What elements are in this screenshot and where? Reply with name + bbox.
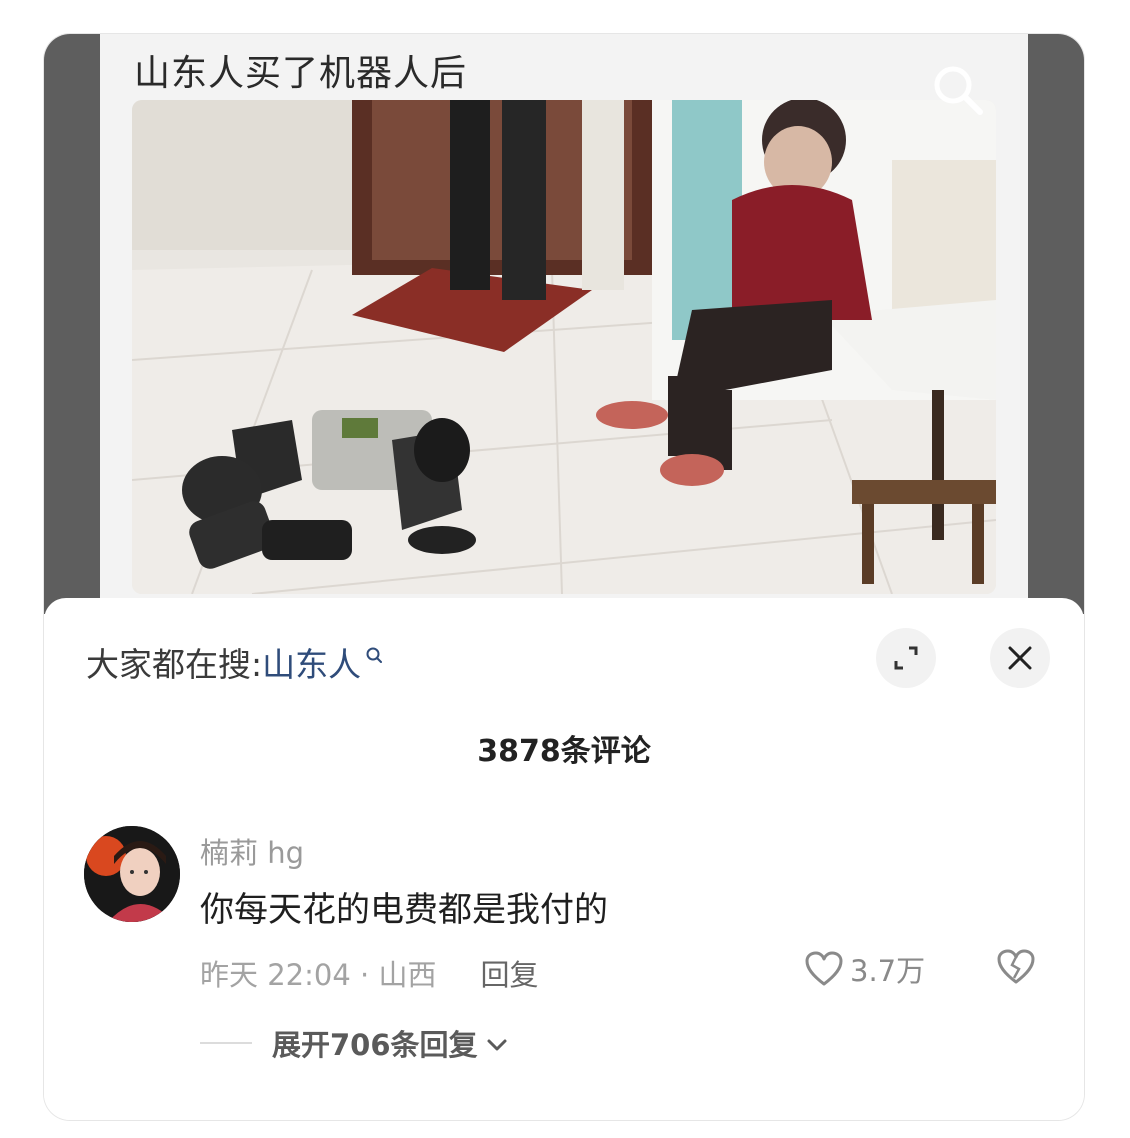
search-button[interactable] (928, 60, 988, 120)
hot-search-label: 大家都在搜: (86, 645, 263, 684)
comment-meta: 昨天 22:04 · 山西 回复 (200, 952, 538, 994)
comment-time-location: 昨天 22:04 · 山西 (200, 958, 437, 992)
close-button[interactable] (990, 628, 1050, 688)
expand-button[interactable] (876, 628, 936, 688)
app-frame: 山东人买了机器人后 大家都在搜: 山东人 3878条评论 楠莉 hg 你每天花的… (44, 34, 1084, 1120)
divider-line (200, 1042, 252, 1044)
expand-icon (894, 646, 918, 670)
chevron-down-icon (487, 1039, 507, 1051)
search-icon (934, 66, 983, 115)
reply-button[interactable]: 回复 (480, 952, 538, 994)
comment-count: 3878条评论 (477, 734, 651, 769)
heart-icon (805, 951, 843, 986)
like-button[interactable]: 3.7万 (804, 948, 925, 990)
search-icon (366, 647, 383, 663)
expand-replies-label: 展开706条回复 (272, 1028, 478, 1062)
hot-search-bar[interactable]: 大家都在搜: 山东人 (86, 638, 383, 686)
close-icon (1008, 646, 1032, 670)
broken-heart-icon (997, 949, 1035, 984)
hot-search-keyword[interactable]: 山东人 (262, 638, 361, 686)
comment-text: 你每天花的电费都是我付的 (200, 890, 608, 930)
video-caption: 山东人买了机器人后 (134, 53, 468, 94)
comment-panel: 大家都在搜: 山东人 3878条评论 楠莉 hg 你每天花的电费都是我付的 昨天… (44, 598, 1084, 1120)
comment-username[interactable]: 楠莉 hg (200, 830, 304, 872)
video-scene (132, 100, 996, 594)
video-player[interactable]: 山东人买了机器人后 (44, 34, 1084, 614)
video-content: 山东人买了机器人后 (100, 34, 1028, 614)
avatar[interactable] (84, 826, 180, 922)
avatar-image (84, 826, 180, 922)
video-frame-image (132, 100, 996, 594)
expand-replies-button[interactable]: 展开706条回复 (200, 1022, 508, 1064)
like-count: 3.7万 (850, 954, 926, 988)
dislike-button[interactable] (996, 948, 1036, 990)
